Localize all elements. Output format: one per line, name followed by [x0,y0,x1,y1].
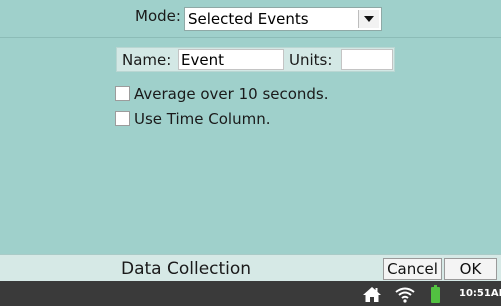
time-column-label: Use Time Column. [134,110,271,128]
data-collection-screen: Mode: Selected Events Name: Units: Avera… [0,0,501,306]
name-field[interactable] [178,49,284,70]
home-icon[interactable] [362,286,382,303]
clock: 10:51AM [459,288,501,299]
units-field[interactable] [341,49,393,70]
units-label: Units: [289,51,333,69]
mode-dropdown[interactable]: Selected Events [184,7,382,31]
name-label: Name: [122,51,172,69]
battery-icon [431,285,440,303]
chevron-down-icon[interactable] [358,10,379,28]
cancel-button[interactable]: Cancel [383,258,442,280]
divider [0,37,501,38]
mode-label: Mode: [135,7,181,25]
mode-selected-value: Selected Events [188,10,309,28]
wifi-icon [395,287,415,303]
time-column-checkbox[interactable] [115,111,130,126]
bottom-toolbar: Data Collection Cancel OK [0,254,501,281]
main-panel: Mode: Selected Events Name: Units: Avera… [0,0,501,253]
ok-button[interactable]: OK [444,258,497,280]
average-checkbox[interactable] [115,86,130,101]
page-title: Data Collection [121,259,252,279]
status-bar: 10:51AM [0,281,501,306]
average-label: Average over 10 seconds. [134,85,329,103]
